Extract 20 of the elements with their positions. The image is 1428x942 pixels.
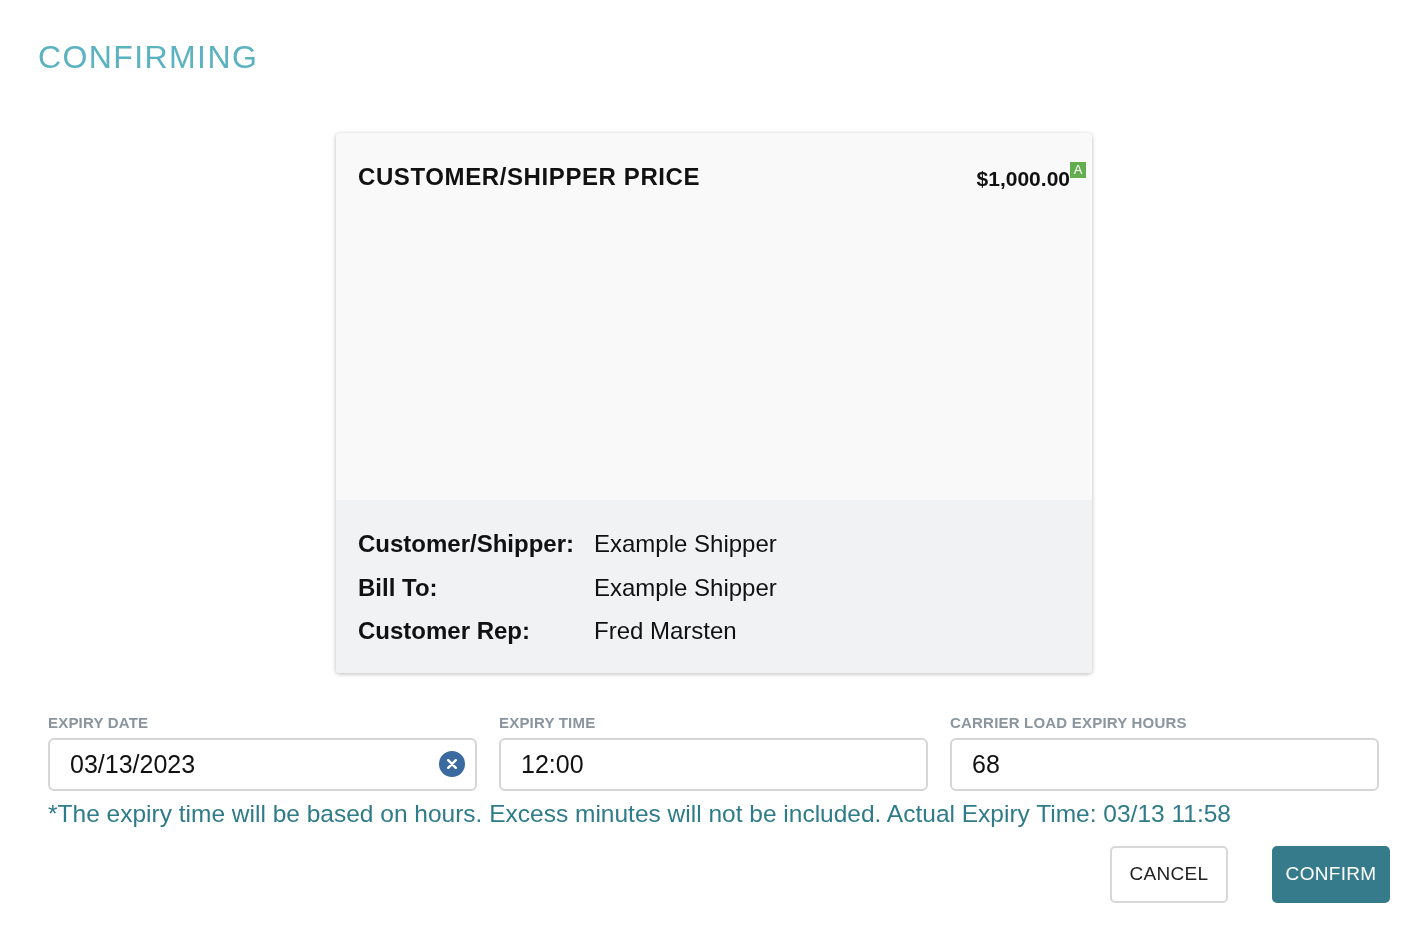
card-title: CUSTOMER/SHIPPER PRICE <box>358 162 701 192</box>
expiry-note: *The expiry time will be based on hours. Excess minutes will not be included. Actual Expiry Time: 03/13 11:58 <box>48 798 1231 829</box>
field-label: EXPIRY DATE <box>48 713 149 732</box>
detail-value: Example Shipper <box>594 572 777 603</box>
detail-value: Example Shipper <box>594 529 777 559</box>
detail-label: Bill To: <box>358 572 438 603</box>
field-label: EXPIRY TIME <box>499 713 596 732</box>
clear-icon[interactable] <box>439 751 465 777</box>
cancel-button[interactable]: CANCEL <box>1110 845 1228 903</box>
price-amount: $1,000.00 <box>976 166 1070 192</box>
field-label: CARRIER LOAD EXPIRY HOURS <box>950 713 1187 732</box>
confirm-button[interactable]: CONFIRM <box>1272 845 1390 903</box>
text-field[interactable]: 12:00 <box>499 737 928 791</box>
dialog-title: CONFIRMING <box>38 40 259 74</box>
text-field[interactable]: 03/13/2023 <box>48 737 477 791</box>
text-field[interactable]: 68 <box>950 737 1379 791</box>
detail-label: Customer Rep: <box>358 616 531 646</box>
detail-value: Fred Marsten <box>594 616 737 646</box>
detail-label: Customer/Shipper: <box>358 529 575 559</box>
letter-badge: A <box>1070 162 1086 178</box>
